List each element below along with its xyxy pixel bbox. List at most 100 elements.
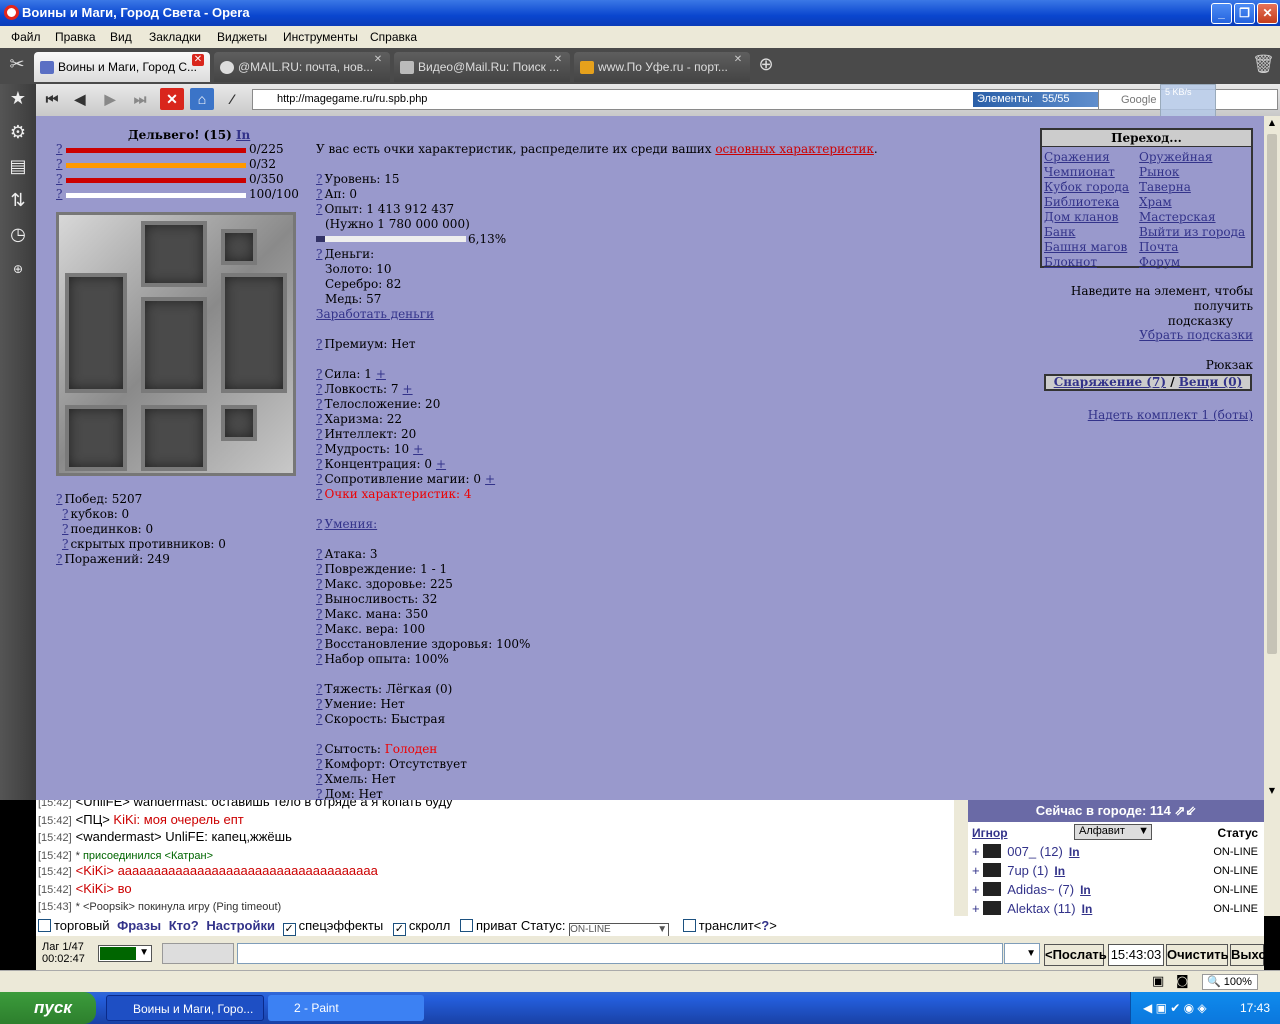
home-icon[interactable]: ⌂ xyxy=(190,88,214,110)
new-tab-icon[interactable]: ⊕ xyxy=(755,54,777,76)
forward-icon[interactable]: ▶ xyxy=(98,88,122,110)
help-link[interactable]: ? xyxy=(62,507,68,521)
help-link[interactable]: ? xyxy=(56,552,62,566)
sort-select[interactable]: Алфавит ▼ xyxy=(1074,824,1152,840)
url-field[interactable]: http://magegame.ru/ru.spb.php Элементы: … xyxy=(252,89,1123,110)
nav-link[interactable]: Почта xyxy=(1139,240,1178,255)
help-link[interactable]: ? xyxy=(56,157,62,172)
send-button[interactable]: <Послать xyxy=(1044,944,1107,966)
tools-icon[interactable]: ✂ xyxy=(6,54,28,76)
expand-icon[interactable]: + xyxy=(972,901,983,916)
user-row[interactable]: + 7up (1) In ON-LINE xyxy=(972,863,1262,881)
help-link[interactable]: ? xyxy=(316,247,322,261)
help-link[interactable]: ? xyxy=(316,712,322,726)
help-link[interactable]: ? xyxy=(62,537,68,551)
help-link[interactable]: ? xyxy=(316,487,322,501)
expand-icon[interactable]: + xyxy=(972,844,983,859)
help-link[interactable]: ? xyxy=(316,547,322,561)
nav-link[interactable]: Храм xyxy=(1139,195,1172,210)
zoom-select[interactable]: 🔍 100% xyxy=(1202,974,1258,990)
color-select[interactable]: ▼ xyxy=(98,945,152,962)
settings-link[interactable]: Настройки xyxy=(206,918,275,933)
translit-checkbox[interactable] xyxy=(682,919,696,932)
tab-video-mailru[interactable]: Видео@Mail.Ru: Поиск ... ✕ xyxy=(394,52,570,82)
equip-slot-neck[interactable] xyxy=(221,229,257,265)
increase-stat-button[interactable]: + xyxy=(485,472,495,486)
chat-nick[interactable]: <KiKi> xyxy=(76,863,114,878)
exit-button[interactable]: Выход xyxy=(1230,944,1274,966)
help-link[interactable]: ? xyxy=(316,382,322,396)
close-tab-icon[interactable]: ✕ xyxy=(732,54,744,66)
player-info-link[interactable]: In xyxy=(236,128,250,142)
user-row[interactable]: + 007_ (12) In ON-LINE xyxy=(972,844,1262,862)
who-link[interactable]: Кто? xyxy=(169,918,199,933)
close-tab-icon[interactable]: ✕ xyxy=(372,54,384,66)
help-link[interactable]: ? xyxy=(56,187,62,202)
back-icon[interactable]: ◀ xyxy=(68,88,92,110)
start-button[interactable]: пуск xyxy=(0,992,96,1024)
help-link[interactable]: ? xyxy=(316,202,322,216)
help-link[interactable]: ? xyxy=(316,397,322,411)
skills-link[interactable]: Умения: xyxy=(324,517,377,531)
maximize-button[interactable]: ❐ xyxy=(1234,3,1255,24)
rewind-icon[interactable]: ⏮ xyxy=(40,88,64,110)
equip-slot-right[interactable] xyxy=(221,273,287,393)
history-clock-icon[interactable]: ◷ xyxy=(7,224,29,246)
menu-widgets[interactable]: Виджеты xyxy=(217,30,267,44)
ignore-link[interactable]: Игнор xyxy=(972,826,1008,840)
help-link[interactable]: ? xyxy=(316,772,322,786)
equip-slot-ring[interactable] xyxy=(221,405,257,441)
nav-link[interactable]: Форум xyxy=(1139,255,1180,270)
scroll-up-icon[interactable]: ▲ xyxy=(1266,118,1278,130)
nav-link[interactable]: Банк xyxy=(1044,225,1075,240)
chat-scrollbar[interactable] xyxy=(954,800,968,916)
online-scrollbar[interactable] xyxy=(1264,800,1280,916)
bookmarks-star-icon[interactable]: ★ xyxy=(7,88,29,110)
user-info-link[interactable]: In xyxy=(1054,864,1065,878)
user-info-link[interactable]: In xyxy=(1082,902,1093,916)
help-link[interactable]: ? xyxy=(316,652,322,666)
chat-nick[interactable]: <UnliFE> xyxy=(76,800,130,809)
user-info-link[interactable]: In xyxy=(1069,845,1080,859)
nav-link[interactable]: Кубок города xyxy=(1044,180,1129,195)
help-link[interactable]: ? xyxy=(316,577,322,591)
help-link[interactable]: ? xyxy=(316,172,322,186)
increase-stat-button[interactable]: + xyxy=(436,457,446,471)
stop-icon[interactable]: ✕ xyxy=(160,88,184,110)
private-checkbox[interactable] xyxy=(459,919,473,932)
help-link[interactable]: ? xyxy=(62,522,68,536)
menu-file[interactable]: Файл xyxy=(11,30,41,44)
nav-link[interactable]: Библиотека xyxy=(1044,195,1119,210)
user-name[interactable]: Alektax (11) xyxy=(1007,901,1075,916)
message-input[interactable] xyxy=(237,943,1003,964)
task-paint[interactable]: 2 - Paint xyxy=(268,995,424,1021)
close-window-button[interactable]: ✕ xyxy=(1257,3,1278,24)
help-link[interactable]: ? xyxy=(316,187,322,201)
panel-toggle-icon[interactable]: ▣ xyxy=(1152,974,1164,989)
user-row[interactable]: + Adidas~ (7) In ON-LINE xyxy=(972,882,1262,900)
help-link[interactable]: ? xyxy=(316,427,322,441)
nav-link[interactable]: Башня магов xyxy=(1044,240,1127,255)
user-name[interactable]: 007_ (12) xyxy=(1007,844,1063,859)
nav-link[interactable]: Чемпионат xyxy=(1044,165,1115,180)
menu-view[interactable]: Вид xyxy=(110,30,132,44)
help-link[interactable]: ? xyxy=(316,442,322,456)
help-link[interactable]: ? xyxy=(316,742,322,756)
help-link[interactable]: ? xyxy=(316,757,322,771)
equip-slot-body[interactable] xyxy=(141,297,207,393)
close-tab-icon[interactable]: ✕ xyxy=(192,54,204,66)
scroll-thumb[interactable] xyxy=(1267,134,1277,654)
menu-tools[interactable]: Инструменты xyxy=(283,30,358,44)
earn-link[interactable]: Заработать деньги xyxy=(316,307,434,321)
clear-button[interactable]: Очистить xyxy=(1166,944,1229,966)
gear-icon[interactable]: ⚙ xyxy=(7,122,29,144)
menu-edit[interactable]: Правка xyxy=(55,30,96,44)
help-link[interactable]: ? xyxy=(316,622,322,636)
help-link[interactable]: ? xyxy=(316,607,322,621)
chat-nick[interactable]: <ПЦ> xyxy=(76,812,110,827)
gear-tab-link[interactable]: Снаряжение (7) xyxy=(1054,375,1166,389)
trade-checkbox[interactable] xyxy=(38,919,51,932)
nav-link[interactable]: Выйти из города xyxy=(1139,225,1245,240)
menu-bookmarks[interactable]: Закладки xyxy=(149,30,201,44)
nav-link[interactable]: Мастерская xyxy=(1139,210,1216,225)
